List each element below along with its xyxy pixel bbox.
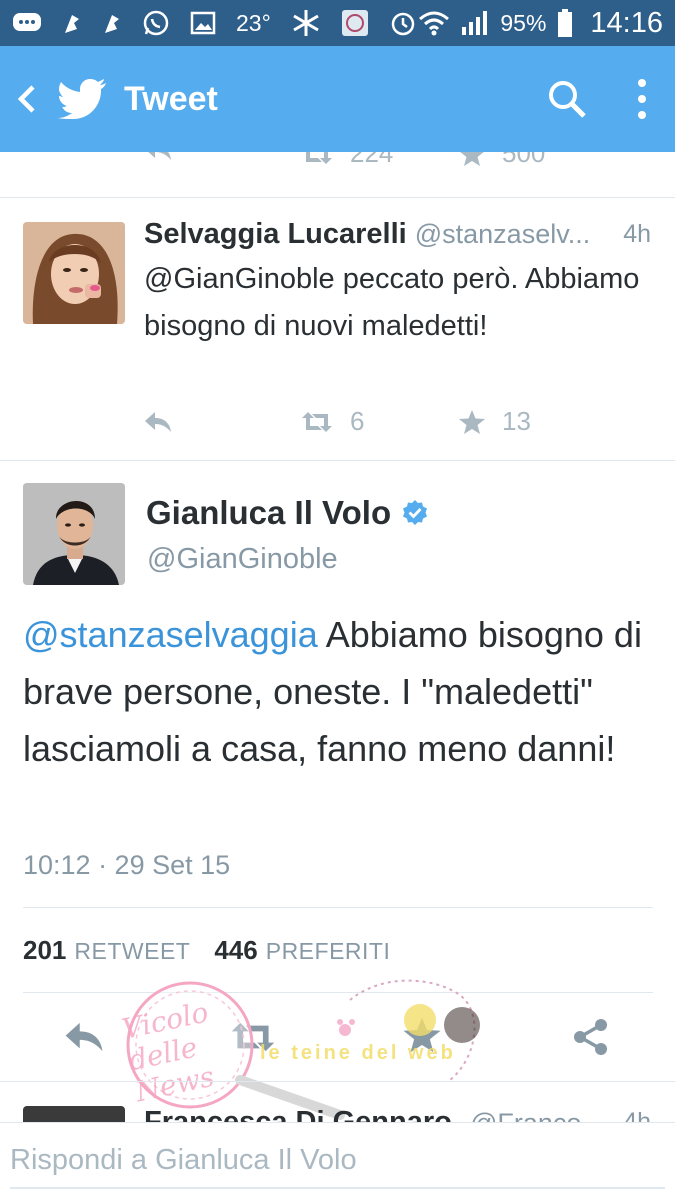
previous-tweet-actions: 224 500 bbox=[0, 152, 675, 196]
search-icon bbox=[549, 81, 586, 118]
favorite-button[interactable]: 500 bbox=[458, 152, 545, 169]
clock: 14:16 bbox=[590, 6, 663, 39]
app-bar: Tweet bbox=[0, 46, 675, 152]
tweet-time: 4h bbox=[623, 220, 651, 248]
reply-input-underline bbox=[10, 1187, 665, 1189]
chevron-left-icon bbox=[17, 85, 35, 113]
tweet-stats: 201 RETWEET 446 PREFERITI bbox=[23, 935, 414, 966]
search-button[interactable] bbox=[537, 69, 597, 129]
battery-percent: 95% bbox=[500, 9, 547, 36]
reply-button[interactable] bbox=[62, 1020, 106, 1054]
tweet-text: @GianGinoble peccato però. Abbiamo bisog… bbox=[144, 263, 640, 342]
verified-badge-icon bbox=[403, 500, 428, 525]
reply-bar bbox=[0, 1122, 675, 1200]
tweet-author-row: Selvaggia Lucarelli @stanzaselv... bbox=[144, 218, 654, 251]
tweet-timestamp: 10:12 · 29 Set 15 bbox=[23, 850, 231, 880]
divider bbox=[23, 992, 653, 993]
alarm-icon bbox=[389, 8, 417, 38]
snowflake-icon bbox=[291, 8, 321, 38]
retweet-label[interactable]: RETWEET bbox=[74, 938, 190, 965]
mute-icon bbox=[102, 8, 122, 38]
author-handle[interactable]: @GianGinoble bbox=[147, 543, 338, 576]
tweet-author-row: Gianluca Il Volo bbox=[146, 494, 429, 532]
favorite-count: 13 bbox=[502, 406, 531, 436]
reply-icon bbox=[148, 152, 171, 160]
divider bbox=[0, 460, 675, 461]
share-icon bbox=[574, 1019, 607, 1055]
retweet-count: 6 bbox=[350, 406, 365, 436]
divider bbox=[23, 907, 653, 908]
gallery-icon bbox=[190, 8, 216, 38]
back-button[interactable] bbox=[4, 69, 48, 129]
star-icon bbox=[460, 152, 484, 166]
retweet-button[interactable] bbox=[228, 1020, 278, 1054]
mention-link[interactable]: @stanzaselvaggia bbox=[23, 614, 318, 655]
reply-button[interactable] bbox=[143, 152, 173, 162]
temperature-text: 23° bbox=[236, 9, 271, 36]
author-handle[interactable]: @stanzaselv... bbox=[415, 219, 590, 250]
reply-icon bbox=[145, 412, 171, 432]
reply-icon bbox=[65, 1022, 103, 1052]
retweet-button[interactable]: 6 bbox=[300, 406, 364, 437]
favorite-total[interactable]: 446 bbox=[214, 935, 257, 966]
mute-icon bbox=[62, 8, 82, 38]
reply-input[interactable] bbox=[10, 1137, 650, 1183]
wifi-icon bbox=[418, 8, 450, 38]
twitter-bird-icon bbox=[58, 77, 108, 121]
share-button[interactable] bbox=[572, 1018, 610, 1056]
app-icon bbox=[341, 8, 369, 38]
retweet-total[interactable]: 201 bbox=[23, 935, 66, 966]
avatar[interactable] bbox=[23, 483, 125, 585]
star-icon bbox=[459, 409, 485, 434]
battery-icon bbox=[556, 8, 574, 38]
retweet-icon bbox=[231, 1022, 275, 1052]
signal-icon bbox=[460, 8, 490, 38]
favorite-button[interactable]: 13 bbox=[458, 406, 531, 437]
tweet-text: @stanzaselvaggia Abbiamo bisogno di brav… bbox=[23, 606, 653, 777]
avatar[interactable] bbox=[23, 222, 125, 324]
whatsapp-icon bbox=[142, 8, 170, 38]
star-icon bbox=[403, 1017, 441, 1053]
author-name[interactable]: Gianluca Il Volo bbox=[146, 494, 391, 532]
divider bbox=[0, 197, 675, 198]
favorite-count: 500 bbox=[502, 152, 546, 168]
status-bar: 23° 95% 14:16 bbox=[0, 0, 675, 46]
divider bbox=[0, 1081, 675, 1082]
messages-icon bbox=[12, 8, 42, 38]
vertical-dots-icon bbox=[638, 79, 646, 119]
retweet-count: 224 bbox=[350, 152, 394, 168]
page-title: Tweet bbox=[124, 79, 218, 118]
favorite-label[interactable]: PREFERITI bbox=[266, 938, 391, 965]
retweet-button[interactable]: 224 bbox=[300, 152, 393, 169]
author-name[interactable]: Selvaggia Lucarelli bbox=[144, 218, 407, 251]
retweet-icon bbox=[306, 152, 332, 164]
favorite-button[interactable] bbox=[402, 1016, 442, 1054]
retweet-icon bbox=[302, 411, 332, 432]
more-options-button[interactable] bbox=[627, 69, 657, 129]
reply-button[interactable] bbox=[143, 410, 173, 434]
